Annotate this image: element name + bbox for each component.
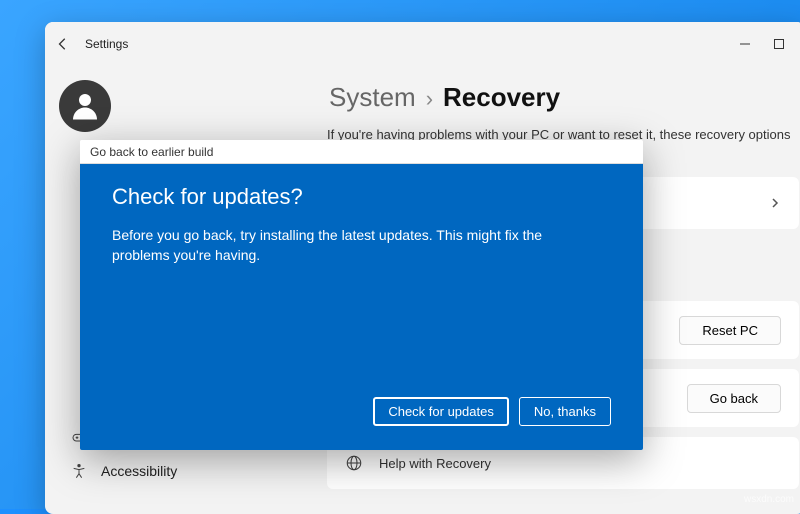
help-label: Help with Recovery (379, 456, 491, 471)
window-controls (739, 38, 795, 50)
chevron-right-icon (769, 197, 781, 209)
back-button[interactable] (55, 36, 71, 52)
go-back-button[interactable]: Go back (687, 384, 781, 413)
minimize-button[interactable] (739, 38, 751, 50)
check-for-updates-button[interactable]: Check for updates (373, 397, 509, 426)
breadcrumb-current: Recovery (443, 82, 560, 113)
breadcrumb-parent[interactable]: System (329, 82, 416, 113)
breadcrumb-separator: › (426, 86, 433, 112)
no-thanks-button[interactable]: No, thanks (519, 397, 611, 426)
dialog-buttons: Check for updates No, thanks (112, 397, 611, 430)
dialog-title: Check for updates? (112, 184, 611, 210)
go-back-dialog: Go back to earlier build Check for updat… (80, 140, 643, 450)
window-title: Settings (85, 37, 128, 51)
titlebar: Settings (45, 22, 800, 66)
sidebar-item-label: Accessibility (101, 463, 177, 479)
user-icon (67, 88, 103, 124)
maximize-button[interactable] (773, 38, 785, 50)
sidebar-item-accessibility[interactable]: Accessibility (59, 454, 313, 488)
breadcrumb: System › Recovery (329, 82, 799, 113)
dialog-body: Check for updates? Before you go back, t… (80, 164, 643, 450)
dialog-text: Before you go back, try installing the l… (112, 226, 592, 265)
accessibility-icon (71, 463, 87, 479)
avatar[interactable] (59, 80, 111, 132)
globe-icon (345, 454, 363, 472)
watermark: wsxdn.com (744, 494, 794, 505)
dialog-header: Go back to earlier build (80, 140, 643, 164)
reset-pc-button[interactable]: Reset PC (679, 316, 781, 345)
